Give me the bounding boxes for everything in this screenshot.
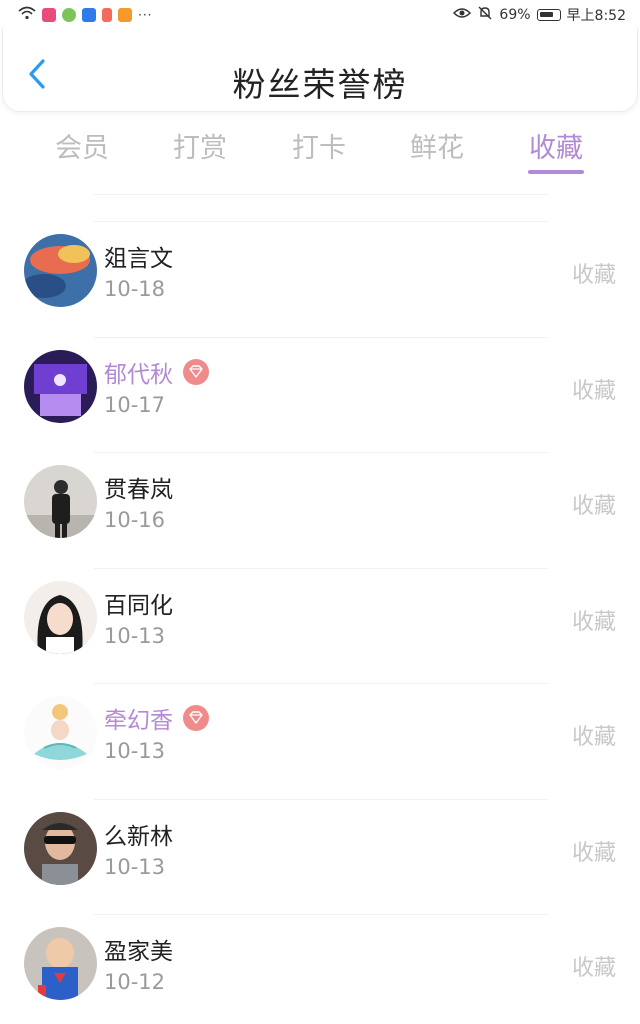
fan-date: 10-13: [104, 739, 166, 763]
tab-flowers[interactable]: 鲜花: [397, 126, 477, 165]
fan-list: 爼言文 10-18 收藏 郁代秋 10-17 收藏 贯春岚 10-16 收藏 百…: [0, 221, 640, 1024]
list-item[interactable]: 牵幻香 10-13 收藏: [0, 683, 640, 799]
name-line: 牵幻香: [104, 701, 209, 735]
list-item[interactable]: 爼言文 10-18 收藏: [0, 221, 640, 337]
tab-member[interactable]: 会员: [42, 126, 122, 165]
fan-name: 盈家美: [104, 939, 173, 965]
status-right: 69% 早上8:52: [453, 5, 626, 25]
fan-date: 10-18: [104, 277, 166, 301]
divider: [94, 194, 548, 195]
avatar[interactable]: [24, 465, 97, 538]
name-line: 郁代秋: [104, 355, 209, 389]
status-bar: ··· 69% 早上8:52: [0, 0, 640, 30]
divider: [94, 452, 548, 453]
app-notification-icon: [42, 8, 56, 22]
app-notification-icon: [102, 8, 112, 22]
list-item[interactable]: 盈家美 10-12 收藏: [0, 914, 640, 1024]
action-label: 收藏: [571, 263, 616, 288]
name-line: 贯春岚: [104, 470, 173, 504]
name-line: 百同化: [104, 586, 173, 620]
fan-name: 贯春岚: [104, 477, 173, 503]
fan-name: 郁代秋: [104, 361, 173, 388]
list-item[interactable]: 贯春岚 10-16 收藏: [0, 452, 640, 568]
divider: [94, 336, 548, 338]
active-tab-indicator: [528, 170, 584, 174]
app-notification-icon: [62, 8, 76, 22]
diamond-icon: [183, 358, 209, 385]
fan-name: 爼言文: [104, 246, 173, 272]
status-left: ···: [18, 6, 152, 24]
app-notification-icon: [82, 8, 96, 22]
fan-date: 10-13: [104, 854, 166, 879]
diamond-icon: [183, 705, 209, 731]
fan-name: 百同化: [104, 592, 173, 619]
action-label: 收藏: [571, 956, 616, 981]
avatar[interactable]: [24, 927, 97, 1000]
avatar[interactable]: [24, 580, 97, 654]
fan-date: 10-12: [104, 970, 166, 994]
page-title: 粉丝荣誉榜: [232, 65, 408, 104]
battery-icon: [536, 9, 561, 21]
divider: [94, 914, 548, 915]
battery-percent: 69%: [499, 7, 531, 23]
fan-date: 10-13: [104, 623, 166, 648]
tab-checkin[interactable]: 打卡: [279, 126, 359, 165]
header: 粉丝荣誉榜: [2, 28, 638, 112]
eye-icon: [453, 7, 472, 23]
list-item[interactable]: 百同化 10-13 收藏: [0, 567, 640, 684]
divider: [94, 567, 548, 569]
avatar[interactable]: [24, 234, 97, 307]
tab-bar: 会员 打赏 打卡 鲜花 收藏: [0, 120, 640, 180]
name-line: 爼言文: [104, 239, 173, 273]
list-item[interactable]: 么新林 10-13 收藏: [0, 798, 640, 915]
name-line: 盈家美: [104, 932, 173, 966]
action-label: 收藏: [571, 840, 616, 866]
divider: [94, 221, 548, 222]
mute-bell-icon: [477, 5, 493, 25]
fan-name: 么新林: [104, 823, 173, 850]
action-label: 收藏: [571, 725, 616, 750]
name-line: 么新林: [104, 817, 173, 851]
tab-favorites[interactable]: 收藏: [516, 126, 596, 165]
wifi-icon: [18, 6, 36, 24]
fan-date: 10-16: [104, 508, 166, 532]
list-item[interactable]: 郁代秋 10-17 收藏: [0, 336, 640, 453]
more-notifications-icon: ···: [138, 8, 153, 22]
avatar[interactable]: [24, 349, 97, 423]
fan-date: 10-17: [104, 392, 166, 417]
divider: [94, 798, 548, 800]
action-label: 收藏: [571, 378, 616, 404]
avatar[interactable]: [24, 811, 97, 885]
action-label: 收藏: [571, 494, 616, 519]
tab-reward[interactable]: 打赏: [160, 126, 240, 165]
fan-name: 牵幻香: [104, 708, 173, 734]
avatar[interactable]: [24, 696, 97, 769]
app-notification-icon: [118, 8, 132, 22]
action-label: 收藏: [571, 609, 616, 635]
clock: 早上8:52: [566, 8, 626, 24]
divider: [94, 683, 548, 684]
